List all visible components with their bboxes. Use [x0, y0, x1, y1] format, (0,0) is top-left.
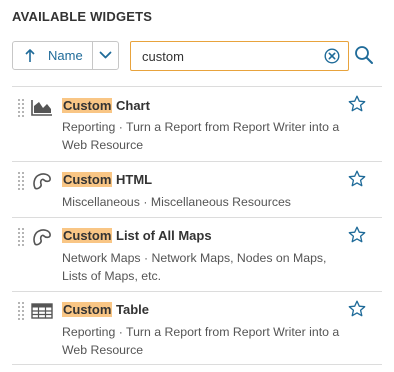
- widget-title-rest: Chart: [112, 98, 150, 113]
- search-button[interactable]: [351, 44, 377, 70]
- arrow-up-icon: [24, 48, 36, 63]
- search-match-highlight: Custom: [62, 228, 113, 243]
- widget-title-rest: Table: [112, 302, 149, 317]
- widget-description: Reporting · Turn a Report from Report Wr…: [62, 120, 340, 152]
- widget-title: Custom Table: [62, 302, 149, 317]
- search-match-highlight: Custom: [62, 302, 113, 317]
- list-item[interactable]: Custom Table Reporting · Turn a Report f…: [12, 292, 382, 365]
- sort-direction-button[interactable]: Name: [13, 42, 92, 69]
- html-blob-icon: [31, 172, 53, 190]
- widget-description: Reporting · Turn a Report from Report Wr…: [62, 325, 340, 357]
- clear-circle-icon[interactable]: [323, 47, 341, 65]
- widget-title: Custom Chart: [62, 98, 150, 113]
- sort-field-dropdown[interactable]: [93, 42, 118, 69]
- widget-title: Custom HTML: [62, 172, 152, 187]
- drag-handle-icon[interactable]: [18, 99, 24, 117]
- star-icon[interactable]: [348, 95, 366, 113]
- widget-description: Network Maps · Network Maps, Nodes on Ma…: [62, 251, 327, 283]
- widget-description: Miscellaneous · Miscellaneous Resources: [62, 195, 291, 209]
- widget-title-rest: List of All Maps: [112, 228, 212, 243]
- widget-list: Custom Chart Reporting · Turn a Report f…: [12, 86, 382, 365]
- panel-title: AVAILABLE WIDGETS: [12, 9, 153, 24]
- list-item[interactable]: Custom List of All Maps Network Maps · N…: [12, 218, 382, 292]
- search-input[interactable]: [131, 43, 323, 69]
- drag-handle-icon[interactable]: [18, 302, 24, 320]
- search-match-highlight: Custom: [62, 98, 113, 113]
- drag-handle-icon[interactable]: [18, 228, 24, 246]
- widget-title: Custom List of All Maps: [62, 228, 212, 243]
- area-chart-icon: [31, 99, 53, 117]
- list-item[interactable]: Custom Chart Reporting · Turn a Report f…: [12, 87, 382, 162]
- star-icon[interactable]: [348, 300, 366, 318]
- sort-control: Name: [12, 41, 119, 70]
- search-match-highlight: Custom: [62, 172, 113, 187]
- widget-title-rest: HTML: [112, 172, 153, 187]
- table-grid-icon: [31, 302, 53, 320]
- star-icon[interactable]: [348, 226, 366, 244]
- chevron-down-icon: [99, 47, 112, 65]
- list-item[interactable]: Custom HTML Miscellaneous · Miscellaneou…: [12, 162, 382, 218]
- map-blob-icon: [31, 228, 53, 246]
- search-icon: [354, 45, 374, 70]
- available-widgets-panel: AVAILABLE WIDGETS Name custom Custom Cha…: [0, 0, 394, 372]
- search-box: [130, 41, 349, 71]
- sort-field-label: Name: [48, 48, 83, 63]
- star-icon[interactable]: [348, 170, 366, 188]
- drag-handle-icon[interactable]: [18, 172, 24, 190]
